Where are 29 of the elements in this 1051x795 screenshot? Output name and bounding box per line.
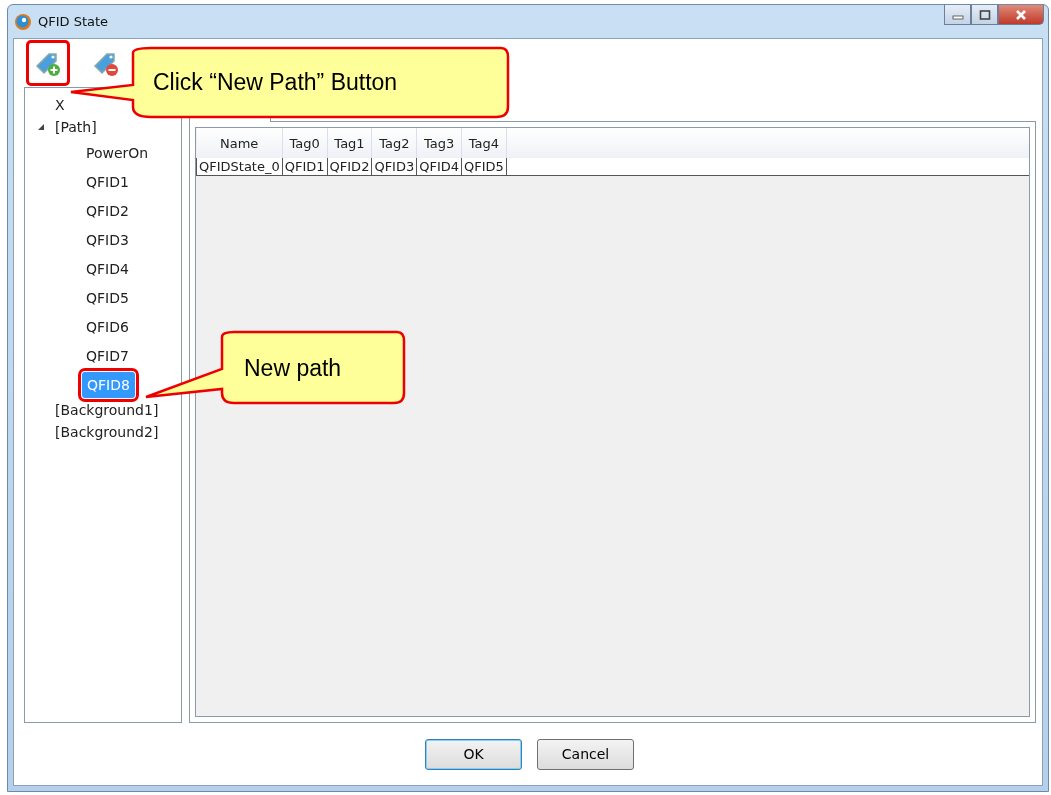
tree-item[interactable]: QFID7 xyxy=(82,346,133,365)
tree-item[interactable]: QFID3 xyxy=(82,230,133,249)
table-cell: QFID2 xyxy=(327,158,372,176)
tree-item[interactable]: [Background2] xyxy=(51,423,163,441)
column-header[interactable]: Tag3 xyxy=(416,128,462,158)
ok-button[interactable]: OK xyxy=(425,738,522,770)
tree-item[interactable]: [Path] xyxy=(51,118,101,136)
table-cell: QFID4 xyxy=(416,158,462,176)
table-cell: QFID1 xyxy=(282,158,328,176)
tree-item[interactable]: X xyxy=(51,96,69,114)
tree-item[interactable]: QFID5 xyxy=(82,288,133,307)
table-cell: QFIDState_0 xyxy=(196,158,283,176)
column-header[interactable]: Tag2 xyxy=(371,128,417,158)
tree-item[interactable]: QFID6 xyxy=(82,317,133,336)
tree-item[interactable]: QFID1 xyxy=(82,172,133,191)
column-header[interactable]: Tag4 xyxy=(461,128,507,158)
tree-item[interactable]: QFID4 xyxy=(82,259,133,278)
column-header[interactable]: Name xyxy=(196,128,283,158)
column-header[interactable]: Tag0 xyxy=(282,128,328,158)
table-cell: QFID5 xyxy=(461,158,507,176)
tree-item[interactable]: [Background1] xyxy=(51,401,163,419)
tree-item[interactable]: QFID2 xyxy=(82,201,133,220)
callout-text: New path xyxy=(244,354,342,382)
tree-item[interactable]: PowerOn xyxy=(82,143,153,162)
callout-text: Click “New Path” Button xyxy=(153,69,398,96)
table-cell: QFID3 xyxy=(371,158,417,176)
cancel-button[interactable]: Cancel xyxy=(537,738,634,770)
window-title: QFID State xyxy=(38,14,109,29)
column-header[interactable]: Tag1 xyxy=(327,128,372,158)
